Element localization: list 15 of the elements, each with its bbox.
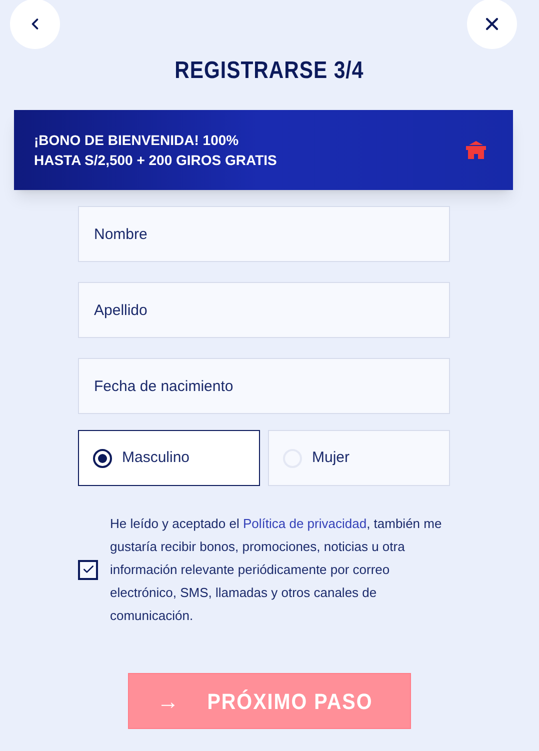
banner-text: HASTA S/2,500 + 200 GIROS GRATIS (34, 151, 277, 170)
consent-checkbox[interactable] (78, 560, 98, 580)
arrow-icon: → (156, 684, 180, 718)
gender-option[interactable]: Mujer (268, 430, 450, 486)
consent-text: He leído y aceptado el Política de privacidad, también me gustaría recibir bonos, promociones, noticias u otra información relevante periódicamente por correo electrónico, SMS, llamadas y otros canales de comunicación. (110, 515, 442, 625)
gender-option[interactable]: Masculino (78, 430, 260, 486)
text-field[interactable]: Fecha de nacimiento (78, 358, 450, 414)
check-icon (82, 563, 94, 576)
close-button[interactable] (467, 0, 517, 49)
text-field[interactable]: Nombre (78, 206, 450, 262)
text-field[interactable]: Apellido (78, 282, 450, 338)
privacy-link[interactable]: Política de privacidad (242, 516, 367, 531)
radio-icon (93, 448, 112, 468)
banner-text: ¡BONO DE BIENVENIDA! 100% (34, 131, 240, 150)
page-title: REGISTRARSE 3/4 (174, 56, 364, 86)
